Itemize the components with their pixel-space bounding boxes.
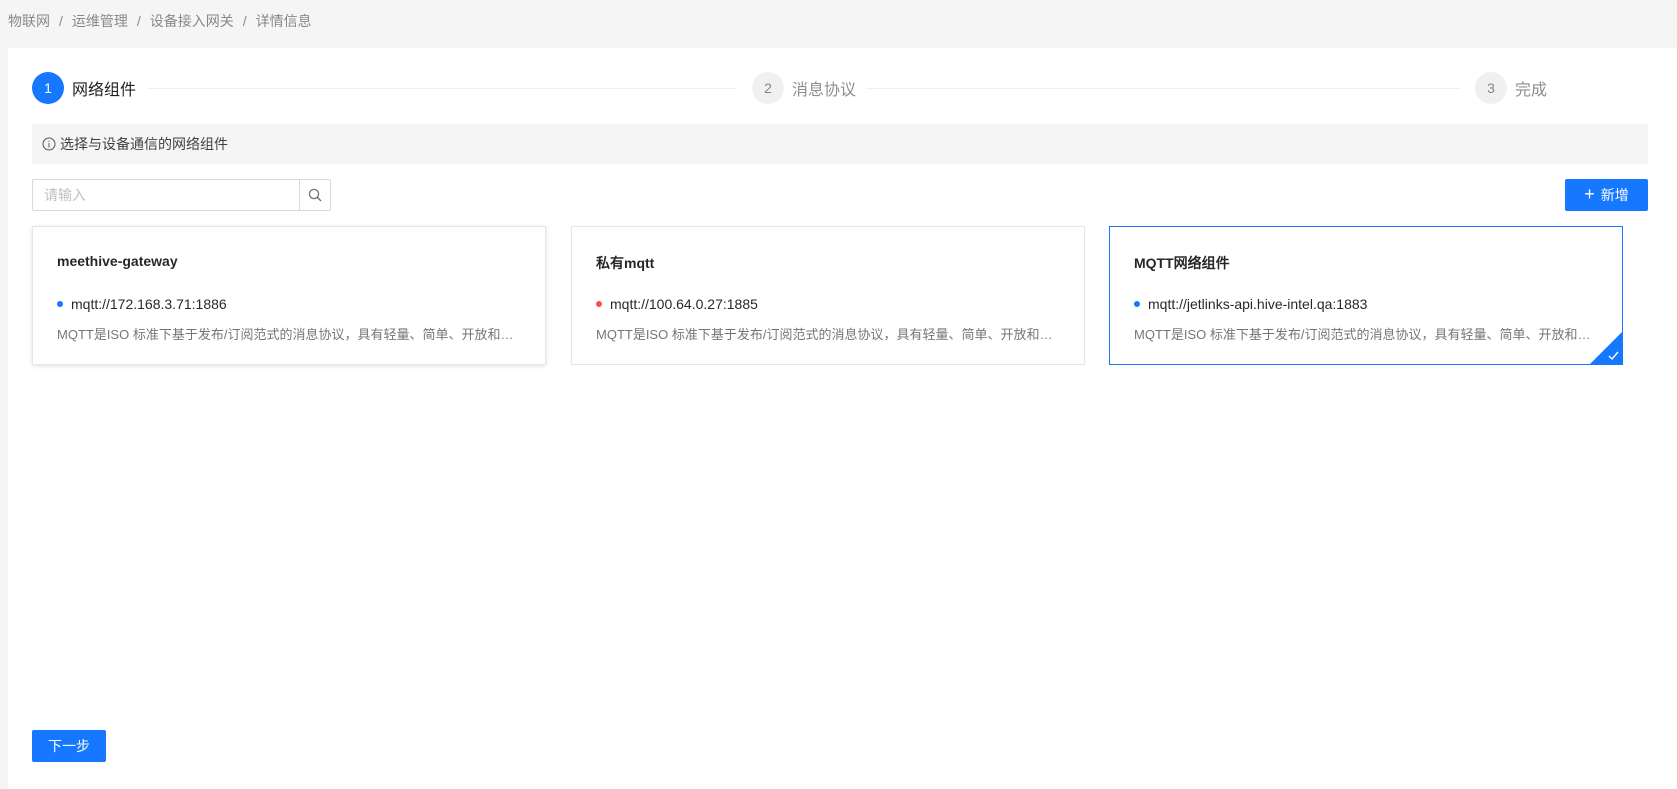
steps: 1 网络组件 2 消息协议 3 完成 bbox=[32, 72, 1648, 104]
search-input[interactable] bbox=[32, 179, 299, 211]
step-number: 1 bbox=[32, 72, 64, 104]
status-dot bbox=[57, 301, 63, 307]
breadcrumb-separator: / bbox=[59, 13, 63, 29]
search-group bbox=[32, 179, 331, 211]
card-address: mqtt://jetlinks-api.hive-intel.qa:1883 bbox=[1134, 296, 1367, 312]
alert-text: 选择与设备通信的网络组件 bbox=[60, 136, 228, 152]
status-dot bbox=[1134, 301, 1140, 307]
breadcrumb-item-gateway[interactable]: 设备接入网关 bbox=[150, 11, 234, 31]
search-icon bbox=[308, 188, 322, 202]
card-description: MQTT是ISO 标准下基于发布/订阅范式的消息协议，具有轻量、简单、开放和易于… bbox=[596, 327, 1062, 342]
card-address: mqtt://172.168.3.71:1886 bbox=[57, 296, 227, 312]
step-connector bbox=[148, 88, 736, 89]
step-network-component: 1 网络组件 bbox=[32, 72, 136, 104]
add-button-label: 新增 bbox=[1600, 187, 1629, 203]
card-title: 私有mqtt bbox=[596, 255, 655, 271]
next-step-button[interactable]: 下一步 bbox=[32, 730, 106, 762]
card-description: MQTT是ISO 标准下基于发布/订阅范式的消息协议，具有轻量、简单、开放和易于… bbox=[57, 327, 523, 342]
info-alert: 选择与设备通信的网络组件 bbox=[32, 124, 1648, 164]
add-button[interactable]: + 新增 bbox=[1565, 179, 1648, 211]
breadcrumb-separator: / bbox=[136, 13, 141, 29]
step-title: 消息协议 bbox=[792, 82, 857, 99]
step-number: 2 bbox=[752, 72, 784, 104]
breadcrumb-item-ops[interactable]: 运维管理 bbox=[72, 11, 128, 31]
network-component-card-selected[interactable]: MQTT网络组件 mqtt://jetlinks-api.hive-intel.… bbox=[1109, 226, 1623, 365]
card-address-text: mqtt://100.64.0.27:1885 bbox=[610, 296, 758, 312]
step-number: 3 bbox=[1475, 72, 1507, 104]
step-finish: 3 完成 bbox=[1475, 72, 1547, 104]
breadcrumb-item-detail: 详情信息 bbox=[255, 13, 312, 29]
selected-check-icon bbox=[1590, 332, 1622, 364]
card-title: MQTT网络组件 bbox=[1134, 255, 1230, 271]
card-address: mqtt://100.64.0.27:1885 bbox=[596, 296, 758, 312]
network-component-card[interactable]: 私有mqtt mqtt://100.64.0.27:1885 MQTT是ISO … bbox=[571, 226, 1085, 365]
network-component-card[interactable]: meethive-gateway mqtt://172.168.3.71:188… bbox=[32, 226, 546, 365]
plus-icon: + bbox=[1584, 184, 1595, 204]
step-title: 网络组件 bbox=[72, 82, 137, 99]
step-title: 完成 bbox=[1515, 82, 1548, 99]
step-connector bbox=[866, 88, 1460, 89]
card-description: MQTT是ISO 标准下基于发布/订阅范式的消息协议，具有轻量、简单、开放和易于… bbox=[1134, 327, 1600, 342]
main-panel: 1 网络组件 2 消息协议 3 完成 选择与设备通信的网络组件 请输入 + 新增… bbox=[8, 48, 1677, 789]
status-dot bbox=[596, 301, 602, 307]
breadcrumb: 物联网 / 运维管理 / 设备接入网关 / 详情信息 bbox=[8, 0, 312, 42]
card-title: meethive-gateway bbox=[57, 253, 178, 269]
breadcrumb-separator: / bbox=[242, 13, 247, 29]
search-button[interactable] bbox=[299, 179, 331, 211]
card-address-text: mqtt://jetlinks-api.hive-intel.qa:1883 bbox=[1148, 296, 1368, 312]
card-address-text: mqtt://172.168.3.71:1886 bbox=[71, 296, 227, 312]
info-circle-icon bbox=[42, 137, 56, 151]
breadcrumb-item-iot[interactable]: 物联网 bbox=[8, 11, 50, 31]
step-message-protocol: 2 消息协议 bbox=[752, 72, 856, 104]
